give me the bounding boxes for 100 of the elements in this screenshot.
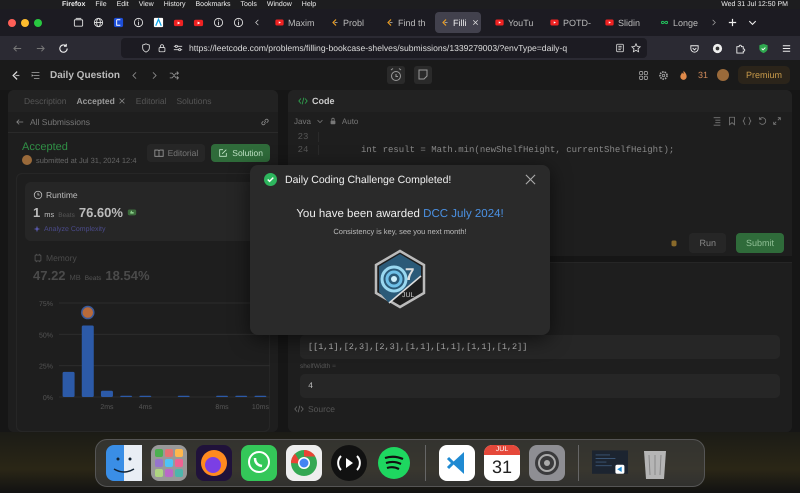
sliders-icon — [173, 43, 183, 53]
video-icon[interactable] — [173, 17, 184, 28]
video-icon — [550, 18, 559, 27]
minimize-window-button[interactable] — [21, 18, 29, 26]
code-logo-icon — [385, 18, 394, 27]
bookmark-star-icon[interactable] — [631, 43, 641, 53]
gear-icon[interactable] — [529, 444, 565, 480]
premium-button[interactable]: Premium — [738, 66, 790, 84]
clock-icon — [33, 190, 43, 200]
sparkle-icon — [33, 225, 41, 233]
menu-icon[interactable] — [781, 42, 792, 54]
video-icon — [495, 18, 504, 27]
globe-icon[interactable] — [93, 17, 104, 28]
pocket-icon[interactable] — [689, 42, 700, 54]
finder-face-icon[interactable] — [106, 444, 142, 480]
avatar-marker — [81, 306, 95, 320]
badge-drawing — [372, 249, 428, 309]
site-logo-icon[interactable] — [10, 70, 21, 80]
forward-icon[interactable] — [35, 42, 46, 54]
chevron-down-icon — [316, 117, 324, 125]
tab-list-icon[interactable] — [73, 17, 84, 28]
note-button[interactable] — [414, 66, 432, 84]
info-icon[interactable] — [213, 17, 224, 28]
link-icon[interactable] — [260, 117, 270, 127]
back-arrow-icon[interactable] — [16, 118, 24, 126]
video-icon — [605, 18, 614, 27]
chevron-right-icon[interactable] — [710, 17, 718, 28]
video-icon — [275, 18, 284, 27]
dialog-title: Daily Coding Challenge Completed! — [285, 174, 452, 186]
auto-mode-label[interactable]: Auto — [342, 116, 358, 126]
zoom-window-button[interactable] — [34, 18, 42, 26]
video-icon[interactable] — [193, 17, 204, 28]
expand-icon[interactable] — [772, 116, 782, 126]
language-dropdown[interactable]: Java — [294, 116, 311, 126]
code-title: Code — [312, 96, 334, 106]
puzzle-icon[interactable] — [735, 42, 746, 54]
infinity-icon — [660, 18, 669, 27]
solution-button[interactable]: Solution — [211, 144, 270, 162]
broadcast-icon[interactable] — [331, 444, 367, 480]
chevron-left-icon[interactable] — [253, 17, 261, 28]
avatar — [22, 155, 32, 165]
bookmark-icon[interactable] — [727, 116, 737, 126]
info-icon[interactable] — [233, 17, 244, 28]
shield-icon — [141, 43, 151, 53]
extension-icon[interactable] — [712, 42, 723, 54]
alarm-clock-button[interactable] — [386, 66, 404, 84]
browser-tab[interactable]: Probl — [325, 12, 371, 33]
sound-waves-icon[interactable] — [376, 444, 412, 480]
thumbs-up-icon — [126, 207, 137, 217]
browser-tab[interactable]: POTD- — [545, 12, 591, 33]
browser-tab[interactable]: Filli — [435, 12, 481, 33]
fox-globe-icon[interactable] — [196, 444, 232, 480]
shield-extension-icon[interactable] — [758, 42, 769, 54]
browser-tab[interactable]: YouTu — [490, 12, 536, 33]
edit-icon — [218, 148, 228, 158]
chat-phone-icon[interactable] — [241, 444, 277, 480]
book-icon — [154, 148, 164, 158]
browser-tab[interactable]: Maxim — [270, 12, 316, 33]
all-submissions-link[interactable]: All Submissions — [30, 117, 90, 127]
address-bar[interactable]: https://leetcode.com/problems/filling-bookcase-shelves/submissions/1339279003/?envType=daily-q — [121, 38, 647, 58]
format-icon[interactable] — [712, 116, 722, 126]
daily-question-link[interactable]: Daily Question — [50, 70, 120, 80]
badge-day: 7 — [405, 266, 414, 283]
grid-icon[interactable] — [638, 70, 649, 80]
runtime-value: 1 — [33, 205, 40, 220]
braces-icon[interactable] — [742, 116, 752, 126]
lock-icon — [328, 117, 337, 125]
pinned-tab-icon[interactable] — [113, 17, 124, 28]
reader-view-icon[interactable] — [615, 43, 625, 53]
avatar[interactable] — [717, 69, 729, 81]
panel-tab[interactable]: Accepted — [76, 96, 126, 106]
back-icon[interactable] — [12, 42, 23, 54]
browser-tab[interactable]: Find th — [380, 12, 426, 33]
close-icon[interactable] — [118, 97, 126, 105]
reload-icon[interactable] — [58, 42, 69, 54]
shuffle-icon[interactable] — [169, 70, 180, 80]
input-field[interactable]: 4 — [300, 374, 780, 398]
list-icon[interactable] — [30, 70, 41, 80]
debug-icon[interactable] — [669, 238, 680, 248]
code-editor-icon[interactable] — [439, 444, 475, 480]
settings-icon[interactable] — [658, 70, 669, 80]
plus-icon[interactable] — [727, 17, 738, 28]
app-grid-icon[interactable] — [151, 444, 187, 480]
input-field[interactable]: [[1,1],[2,3],[2,3],[1,1],[1,1],[1,1],[1,2]] — [300, 335, 780, 359]
pinned-tab-icon[interactable] — [153, 17, 164, 28]
browser-tab[interactable]: Longe — [655, 12, 701, 33]
code-logo-icon — [440, 18, 449, 27]
close-window-button[interactable] — [8, 18, 16, 26]
streak-count[interactable]: 31 — [698, 70, 708, 80]
lock-icon — [157, 43, 167, 53]
calendar-day: 31 — [492, 454, 512, 478]
code-icon — [298, 96, 308, 106]
flame-icon — [678, 70, 689, 80]
info-icon[interactable] — [133, 17, 144, 28]
browser-tab[interactable]: Slidin — [600, 12, 646, 33]
chart-bar[interactable] — [100, 390, 113, 397]
code-logo-icon — [330, 18, 339, 27]
close-icon[interactable] — [525, 174, 536, 185]
reset-icon[interactable] — [757, 116, 767, 126]
run-button[interactable]: Run — [689, 233, 726, 253]
